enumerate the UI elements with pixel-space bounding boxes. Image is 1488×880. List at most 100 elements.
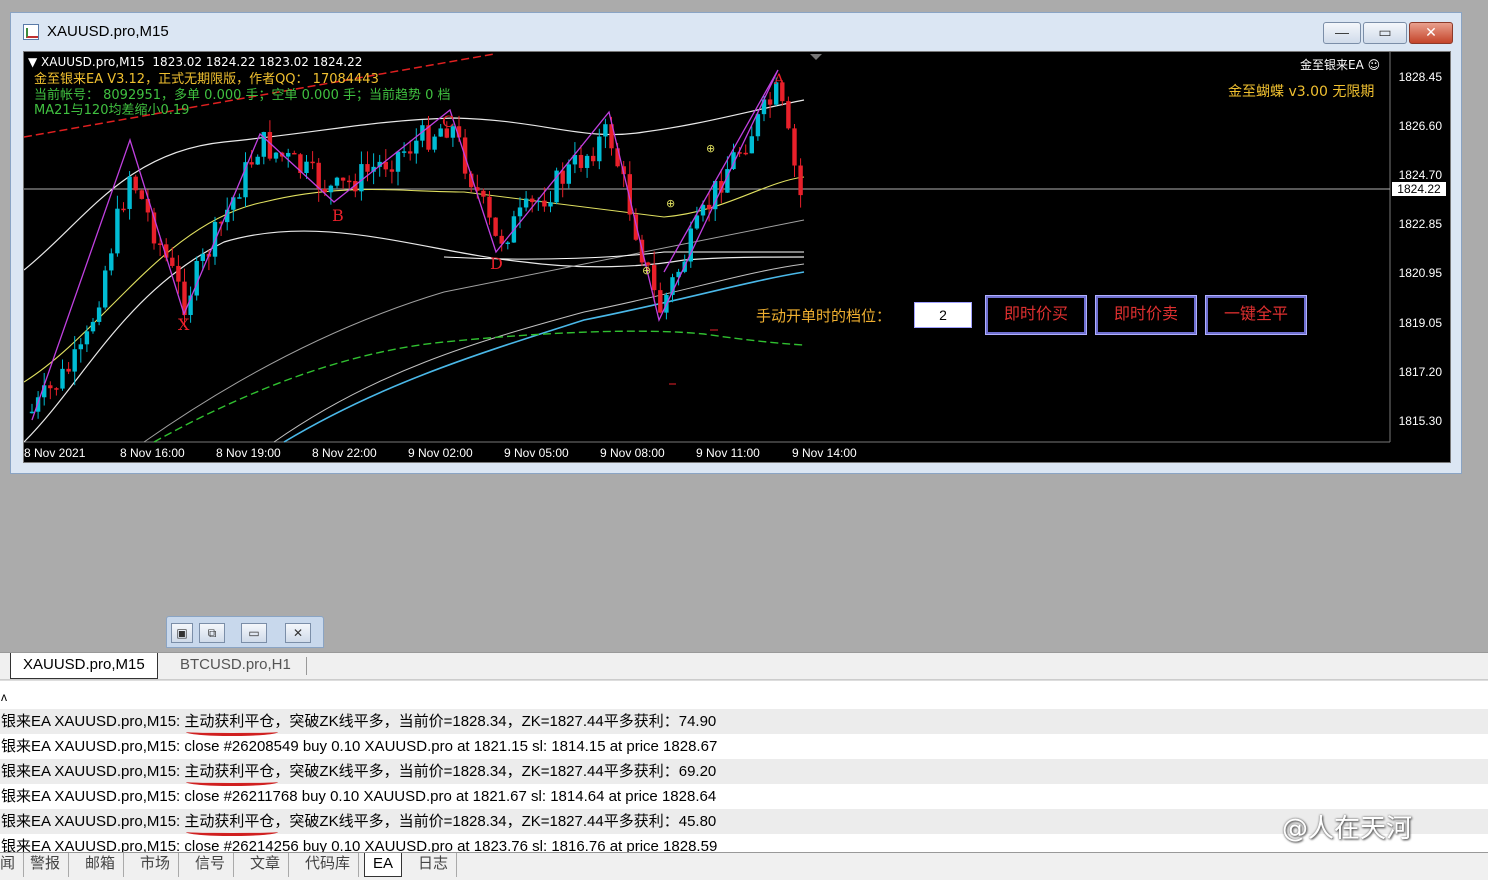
candle-body	[658, 290, 663, 313]
candle-body	[792, 128, 797, 166]
candle-body	[749, 136, 754, 154]
candle-body	[743, 152, 748, 155]
tab-experts[interactable]: EA	[364, 853, 403, 877]
watermark: @人在天河	[1282, 814, 1413, 844]
tab-articles[interactable]: 文章	[242, 853, 290, 877]
terminal-tabs: 闻 警报 邮箱 市场 信号 文章 代码库 EA 日志	[0, 852, 1488, 880]
maximize-button[interactable]: ▭	[241, 623, 267, 643]
log-row[interactable]: 银来EA XAUUSD.pro,M15: 主动获利平仓，突破ZK线平多，当前价=…	[0, 809, 1488, 834]
log-source: 银来EA XAUUSD.pro,M15:	[1, 763, 185, 780]
chart-tab-strip: XAUUSD.pro,M15 BTCUSD.pro,H1	[0, 652, 1488, 680]
candle-body	[530, 198, 535, 203]
log-header: ʌ	[1, 690, 7, 704]
restore-button[interactable]: ⧉	[199, 623, 225, 643]
tab-journal[interactable]: 日志	[410, 853, 458, 877]
signal-marker: ⊕	[666, 198, 675, 210]
candle-body	[432, 136, 437, 150]
log-source: 银来EA XAUUSD.pro,M15:	[1, 788, 185, 805]
indicator-note: 金至蝴蝶 v3.00 无限期	[1228, 84, 1375, 100]
log-row[interactable]: 银来EA XAUUSD.pro,M15: 主动获利平仓，突破ZK线平多，当前价=…	[0, 709, 1488, 734]
log-row[interactable]: 银来EA XAUUSD.pro,M15: close #26211768 buy…	[0, 784, 1488, 809]
candle-body	[414, 140, 419, 154]
chart-shift-marker[interactable]	[810, 54, 822, 60]
tab-xauusd[interactable]: XAUUSD.pro,M15	[10, 653, 158, 679]
chart-plot[interactable]: X B C D A ⊕ ⊕ ⊕	[24, 52, 1450, 462]
log-row[interactable]: 银来EA XAUUSD.pro,M15: close #26208549 buy…	[0, 734, 1488, 759]
chart-header: ▼ XAUUSD.pro,M15 1823.02 1824.22 1823.02…	[28, 55, 362, 69]
candle-body	[96, 307, 102, 322]
candle-body	[249, 162, 254, 165]
log-message: ，突破ZK线平多，当前价=1828.34，ZK=1827.44平多获利：69.2…	[274, 763, 717, 780]
candle-body	[798, 165, 803, 196]
level-input[interactable]: 2	[914, 302, 972, 328]
minimize-icon: —	[1335, 24, 1349, 40]
log-highlight: 主动获利平仓	[184, 713, 275, 730]
log-message: ，突破ZK线平多，当前价=1828.34，ZK=1827.44平多获利：45.8…	[274, 813, 717, 830]
chart-window[interactable]: XAUUSD.pro,M15 — ▭ ✕ X B C D A ⊕ ⊕ ⊕ ▼ X…	[10, 12, 1462, 474]
chart-header-ohlc: 1823.02 1824.22 1823.02 1824.22	[152, 55, 363, 69]
candle-body	[542, 200, 547, 207]
maximize-button[interactable]: ▭	[1363, 22, 1407, 44]
candle-body	[78, 344, 83, 350]
zigzag-line	[31, 69, 779, 421]
log-row[interactable]: 银来EA XAUUSD.pro,M15: 主动获利平仓，突破ZK线平多，当前价=…	[0, 759, 1488, 784]
time-tick: 8 Nov 2021	[24, 446, 86, 460]
minimize-button[interactable]: —	[1323, 22, 1361, 44]
window-title: XAUUSD.pro,M15	[47, 23, 169, 40]
experts-log[interactable]: ʌ 银来EA XAUUSD.pro,M15: 主动获利平仓，突破ZK线平多，当前…	[0, 680, 1488, 853]
candle-body	[755, 114, 761, 137]
log-source: 银来EA XAUUSD.pro,M15:	[1, 838, 185, 853]
ea-info-line3: MA21与120均差缩小0.19	[34, 103, 190, 118]
tab-btcusd[interactable]: BTCUSD.pro,H1	[168, 653, 303, 679]
candle-body	[176, 265, 181, 282]
close-button[interactable]: ✕	[1409, 22, 1453, 44]
close-icon: ✕	[1425, 24, 1437, 40]
candle-body	[316, 162, 321, 189]
candle-body	[566, 164, 571, 184]
candle-body	[560, 170, 565, 184]
log-source: 银来EA XAUUSD.pro,M15:	[1, 713, 185, 730]
current-price-badge: 1824.22	[1392, 182, 1446, 196]
log-message: close #26208549 buy 0.10 XAUUSD.pro at 1…	[184, 738, 718, 755]
candle-body	[401, 151, 407, 153]
pattern-label-b: B	[332, 206, 344, 225]
candle-body	[487, 196, 492, 218]
sell-now-button[interactable]: 即时价卖	[1095, 295, 1197, 335]
candle-body	[54, 388, 59, 390]
ea-name-badge[interactable]: 金至银来EA ☺	[1300, 56, 1380, 73]
time-tick: 9 Nov 05:00	[504, 446, 569, 460]
candle-body	[786, 101, 791, 129]
minimized-window[interactable]: ▣ ⧉ ▭ ✕	[166, 616, 324, 648]
price-tick: 1815.30	[1398, 414, 1442, 428]
tab-news[interactable]: 闻	[0, 853, 25, 877]
buy-now-button[interactable]: 即时价买	[985, 295, 1087, 335]
price-tick: 1824.70	[1398, 168, 1442, 182]
upper-band	[24, 99, 805, 271]
tab-divider	[306, 657, 307, 675]
candle-body	[115, 208, 120, 254]
tab-market[interactable]: 市场	[132, 853, 180, 877]
candle-body	[340, 177, 346, 181]
price-chart[interactable]: X B C D A ⊕ ⊕ ⊕ ▼ XAUUSD.pro,M15 1823.02…	[23, 51, 1451, 463]
pattern-label-x: X	[178, 315, 190, 334]
log-row[interactable]: 银来EA XAUUSD.pro,M15: close #26214256 buy…	[0, 834, 1488, 853]
chart-window-icon	[23, 24, 39, 40]
close-button[interactable]: ✕	[285, 623, 311, 643]
candle-body	[383, 161, 388, 170]
tab-code-base[interactable]: 代码库	[297, 853, 360, 877]
tab-signals[interactable]: 信号	[187, 853, 235, 877]
candle-body	[389, 169, 395, 172]
candle-body	[286, 152, 291, 157]
window-titlebar[interactable]: XAUUSD.pro,M15 — ▭ ✕	[11, 13, 1461, 51]
close-all-button[interactable]: 一键全平	[1205, 295, 1307, 335]
tab-alerts[interactable]: 警报	[22, 853, 70, 877]
dropdown-arrow-icon[interactable]: ▼	[28, 55, 41, 69]
time-tick: 8 Nov 22:00	[312, 446, 377, 460]
chart-header-symbol: XAUUSD.pro,M15	[41, 55, 145, 69]
candle-body	[127, 176, 132, 209]
candle-body	[365, 164, 370, 172]
candle-body	[481, 190, 486, 197]
tab-mailbox[interactable]: 邮箱	[77, 853, 125, 877]
candle-body	[200, 253, 205, 261]
candle-body	[72, 349, 77, 372]
